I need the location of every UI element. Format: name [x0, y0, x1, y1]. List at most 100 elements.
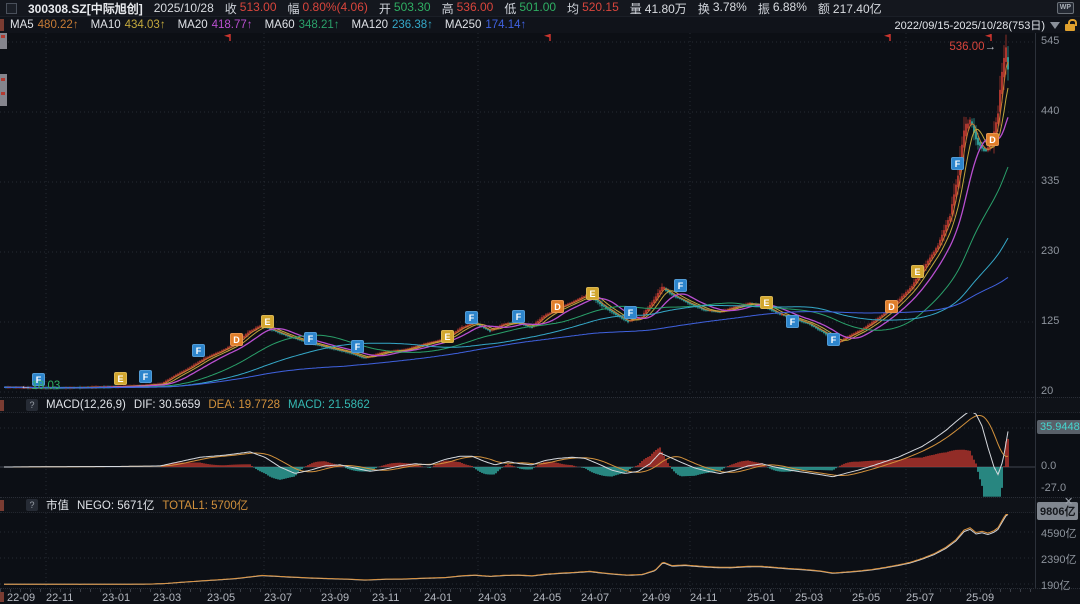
time-label-23-07: 23-07: [264, 592, 292, 604]
marketcap-chart-canvas[interactable]: [0, 513, 1035, 588]
help-icon[interactable]: ?: [26, 499, 38, 511]
quote-field-换: 换3.78%: [698, 0, 747, 17]
quote-field-额: 额217.40亿: [818, 0, 882, 17]
ma-item-MA120: MA120236.38↑: [352, 19, 433, 31]
event-marker-F[interactable]: F: [304, 332, 317, 345]
time-label-24-03: 24-03: [478, 592, 506, 604]
time-label-23-09: 23-09: [321, 592, 349, 604]
close-icon[interactable]: ✕: [1064, 495, 1073, 508]
event-marker-D[interactable]: D: [551, 300, 564, 313]
event-flag-icon[interactable]: [985, 34, 991, 41]
axis-divider: [1035, 33, 1036, 588]
event-marker-F[interactable]: F: [192, 344, 205, 357]
arrow-right-icon: →: [985, 41, 997, 53]
event-marker-E[interactable]: E: [760, 296, 773, 309]
cap-nego-value: NEGO: 5671亿: [77, 497, 154, 513]
macd-dif-value: DIF: 30.5659: [134, 399, 200, 411]
time-label-22-09: 22-09: [7, 592, 35, 604]
cap-title: 市值: [46, 497, 69, 513]
cap-axis-label: 2390亿: [1041, 551, 1076, 567]
price-axis-label: 440: [1041, 105, 1059, 117]
event-marker-E[interactable]: E: [441, 330, 454, 343]
time-label-25-01: 25-01: [747, 592, 775, 604]
chevron-down-icon[interactable]: [1050, 22, 1060, 29]
left-edge-mark: [0, 19, 4, 31]
cap-axis-label: 4590亿: [1041, 525, 1076, 541]
ma-item-MA250: MA250174.14↑: [445, 19, 526, 31]
event-marker-F[interactable]: F: [139, 370, 152, 383]
high-price-annotation: 536.00→: [926, 41, 996, 53]
time-label-24-11: 24-11: [690, 592, 717, 604]
event-marker-D[interactable]: D: [230, 333, 243, 346]
left-edge-mark: [0, 592, 4, 602]
left-panel-sliver: [0, 74, 7, 106]
time-label-24-05: 24-05: [533, 592, 561, 604]
event-flag-icon[interactable]: [884, 34, 890, 41]
time-label-24-01: 24-01: [424, 592, 452, 604]
event-flag-icon[interactable]: [224, 34, 230, 41]
event-marker-E[interactable]: E: [114, 372, 127, 385]
stock-symbol: 300308.SZ[中际旭创]: [28, 0, 143, 17]
time-label-25-09: 25-09: [966, 592, 994, 604]
main-candlestick-chart[interactable]: [0, 33, 1035, 397]
event-marker-F[interactable]: F: [827, 333, 840, 346]
help-icon[interactable]: ?: [26, 399, 38, 411]
event-marker-F[interactable]: F: [674, 279, 687, 292]
price-axis-label: 335: [1041, 175, 1059, 187]
quote-date: 2025/10/28: [154, 1, 214, 15]
quote-field-振: 振6.88%: [758, 0, 807, 17]
time-label-25-05: 25-05: [852, 592, 880, 604]
time-label-23-11: 23-11: [372, 592, 399, 604]
quote-field-开: 开503.30: [379, 0, 431, 17]
price-axis-label: 545: [1041, 35, 1059, 47]
cap-total-value: TOTAL1: 5700亿: [162, 497, 248, 513]
unlock-icon[interactable]: [1065, 19, 1076, 31]
event-marker-F[interactable]: F: [786, 315, 799, 328]
event-marker-F[interactable]: F: [465, 311, 478, 324]
arrow-left-icon: ←: [20, 380, 32, 392]
event-marker-F[interactable]: F: [951, 157, 964, 170]
ma-values: MA5480.22↑MA10434.03↑MA20418.77↑MA60348.…: [10, 19, 526, 31]
price-axis-label: 20: [1041, 385, 1053, 397]
ma-item-MA10: MA10434.03↑: [91, 19, 166, 31]
event-marker-E[interactable]: E: [911, 265, 924, 278]
left-edge-mark: [0, 500, 4, 511]
quote-field-量: 量41.80万: [630, 0, 687, 17]
macd-last-value-badge: 35.9448: [1037, 420, 1080, 434]
event-marker-D[interactable]: D: [885, 300, 898, 313]
ma-item-MA20: MA20418.77↑: [178, 19, 253, 31]
marketcap-pane-header: ? 市值 NEGO: 5671亿 TOTAL1: 5700亿: [0, 497, 1080, 513]
ma-indicator-bar: MA5480.22↑MA10434.03↑MA20418.77↑MA60348.…: [0, 17, 1080, 33]
date-range-selector[interactable]: 2022/09/15-2025/10/28(753日): [895, 17, 1045, 33]
ma-item-MA60: MA60348.21↑: [265, 19, 340, 31]
left-panel-sliver: [0, 33, 7, 49]
quote-fields: 收513.00幅0.80%(4.06)开503.30高536.00低501.00…: [225, 0, 882, 17]
time-label-24-07: 24-07: [581, 592, 609, 604]
macd-macd-value: MACD: 21.5862: [288, 399, 370, 411]
time-label-24-09: 24-09: [642, 592, 670, 604]
event-marker-F[interactable]: F: [624, 306, 637, 319]
event-marker-F[interactable]: F: [512, 310, 525, 323]
price-axis-label: 125: [1041, 315, 1059, 327]
event-flag-icon[interactable]: [544, 34, 550, 41]
macd-min-label: -27.0: [1041, 482, 1066, 494]
macd-dea-value: DEA: 19.7728: [208, 399, 280, 411]
quote-field-收: 收513.00: [225, 0, 277, 17]
quote-field-幅: 幅0.80%(4.06): [288, 0, 368, 17]
wp-tool-icon[interactable]: WP: [1057, 2, 1074, 14]
event-marker-F[interactable]: F: [351, 340, 364, 353]
quote-field-高: 高536.00: [442, 0, 494, 17]
time-label-23-03: 23-03: [153, 592, 181, 604]
low-price-annotation: ←18.03: [20, 380, 60, 392]
time-label-25-03: 25-03: [795, 592, 823, 604]
left-edge-mark: [0, 400, 4, 411]
macd-chart-canvas[interactable]: [0, 413, 1035, 497]
time-axis: 22-0922-1123-0123-0323-0523-0723-0923-11…: [0, 588, 1080, 604]
event-marker-D[interactable]: D: [986, 133, 999, 146]
event-marker-E[interactable]: E: [586, 287, 599, 300]
window-icon[interactable]: [6, 3, 17, 14]
event-marker-E[interactable]: E: [261, 315, 274, 328]
cap-axis-label: 190亿: [1041, 577, 1070, 593]
price-chart-canvas[interactable]: [0, 33, 1035, 397]
time-label-23-01: 23-01: [102, 592, 130, 604]
